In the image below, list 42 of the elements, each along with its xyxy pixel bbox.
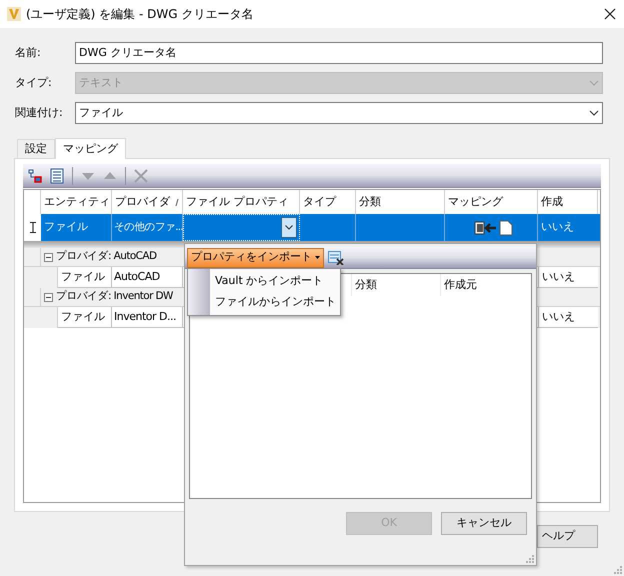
list-icon[interactable] — [50, 168, 64, 184]
field-label: 名前: — [15, 44, 42, 61]
app-logo-icon — [7, 7, 21, 21]
column-header[interactable]: 作成元 — [440, 274, 520, 296]
table-cell: Inventor D... — [112, 307, 183, 328]
collapse-icon[interactable] — [44, 292, 53, 302]
tab[interactable]: 設定 — [17, 139, 55, 158]
table-cell: ファイル — [58, 307, 112, 328]
input-field[interactable]: DWG クリエータ名 — [75, 42, 603, 64]
chevron-down-icon — [285, 225, 293, 230]
table-cell: いいえ — [538, 307, 598, 328]
menu-item[interactable]: ファイルからインポート — [210, 292, 340, 313]
tree-icon[interactable] — [28, 168, 42, 182]
remove-list-icon[interactable] — [328, 250, 344, 264]
menu-icon-strip — [188, 269, 210, 315]
dropdown-field[interactable]: ファイル — [75, 102, 603, 124]
sort-icon — [175, 198, 179, 206]
chevron-down-icon — [589, 110, 599, 116]
help-button[interactable]: ヘルプ — [537, 525, 598, 548]
menu-item[interactable]: Vault からインポート — [210, 271, 340, 292]
group-label: プロバイダ: AutoCAD — [56, 249, 156, 264]
resize-grip-icon[interactable] — [614, 566, 622, 574]
grid-row[interactable]: ファイル その他のファ... いいえ — [24, 214, 600, 241]
chevron-down-icon — [589, 80, 599, 86]
table-cell: いいえ — [538, 267, 598, 288]
dropdown-button[interactable] — [281, 217, 297, 238]
edit-cursor-icon — [30, 222, 36, 233]
resize-grip-icon[interactable] — [526, 555, 534, 563]
table-cell: AutoCAD — [112, 267, 183, 288]
import-properties-button[interactable]: プロパティをインポート — [187, 248, 324, 268]
field-label: 関連付け: — [15, 104, 64, 121]
field-label: タイプ: — [15, 74, 53, 91]
table-cell-text: いいえ — [540, 219, 575, 236]
tab[interactable]: マッピング — [55, 138, 126, 159]
group-label: プロバイダ: Inventor DW — [56, 289, 173, 304]
caret-icon — [315, 256, 320, 259]
window-title: (ユーザ定義) を編集 - DWG クリエータ名 — [26, 6, 254, 23]
cancel-button[interactable]: キャンセル — [441, 512, 527, 535]
column-header[interactable]: 分類 — [351, 274, 440, 296]
collapse-icon[interactable] — [44, 252, 53, 262]
table-cell: ファイル — [58, 267, 112, 288]
close-icon[interactable] — [604, 8, 616, 20]
